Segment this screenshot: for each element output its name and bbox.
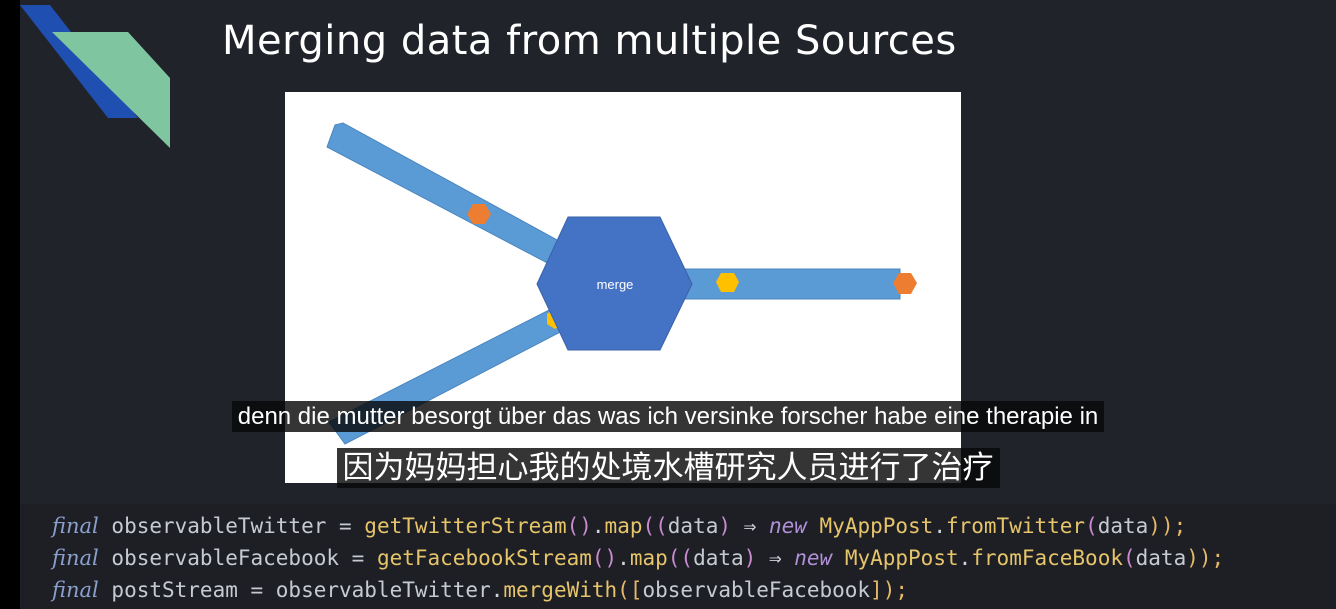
code-block: final observableTwitter = getTwitterStre… bbox=[20, 504, 1336, 609]
slide-title: Merging data from multiple Sources bbox=[222, 18, 957, 64]
merge-diagram: merge bbox=[285, 92, 961, 483]
slide-logo bbox=[20, 5, 170, 148]
code-line-2: final observableFacebook = getFacebookSt… bbox=[52, 546, 1225, 570]
video-left-border bbox=[0, 0, 20, 609]
merge-label: merge bbox=[597, 277, 634, 292]
code-line-3: final postStream = observableTwitter.mer… bbox=[52, 578, 908, 602]
input-stream-lower bbox=[328, 306, 571, 445]
input-stream-upper bbox=[326, 122, 571, 268]
output-stream bbox=[679, 268, 901, 300]
code-line-1: final observableTwitter = getTwitterStre… bbox=[52, 514, 1187, 538]
